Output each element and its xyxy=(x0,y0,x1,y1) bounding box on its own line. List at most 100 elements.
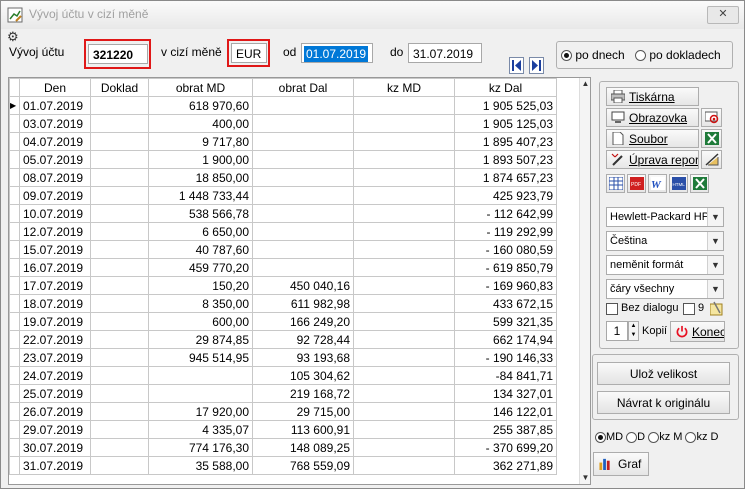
table-cell-obrat-dal[interactable]: 93 193,68 xyxy=(252,348,354,367)
table-row[interactable]: 26.07.2019 17 920,00 29 715,00 146 122,01 xyxy=(9,402,557,421)
table-cell-obrat-dal[interactable]: 450 040,16 xyxy=(252,276,354,295)
table-cell-doklad[interactable] xyxy=(90,312,149,331)
table-cell-doklad[interactable] xyxy=(90,204,149,223)
export-table-button[interactable] xyxy=(606,174,625,193)
table-cell-kz-md[interactable] xyxy=(353,240,455,259)
table-cell-obrat-dal[interactable]: 219 168,72 xyxy=(252,384,354,403)
mode-option-by-days[interactable]: po dnech xyxy=(561,48,625,62)
table-cell-obrat-dal[interactable] xyxy=(252,258,354,277)
table-cell-kz-dal[interactable]: 1 893 507,23 xyxy=(454,150,557,169)
column-header-obrat-md[interactable]: obrat MD xyxy=(148,78,253,97)
table-row[interactable]: 09.07.2019 1 448 733,44 425 923,79 xyxy=(9,186,557,205)
table-cell-obrat-md[interactable]: 150,20 xyxy=(148,276,253,295)
table-cell-den[interactable]: 31.07.2019 xyxy=(19,456,91,475)
table-cell-obrat-dal[interactable]: 105 304,62 xyxy=(252,366,354,385)
table-cell-doklad[interactable] xyxy=(90,438,149,457)
radio-by-documents[interactable] xyxy=(635,50,646,62)
table-cell-kz-md[interactable] xyxy=(353,150,455,169)
table-cell-obrat-md[interactable]: 945 514,95 xyxy=(148,348,253,367)
font-size-checkbox[interactable] xyxy=(683,303,695,315)
last-record-button[interactable] xyxy=(529,57,544,74)
table-cell-kz-md[interactable] xyxy=(353,258,455,277)
table-cell-kz-md[interactable] xyxy=(353,204,455,223)
table-cell-doklad[interactable] xyxy=(90,420,149,439)
table-cell-den[interactable]: 29.07.2019 xyxy=(19,420,91,439)
table-cell-den[interactable]: 15.07.2019 xyxy=(19,240,91,259)
radio-by-days[interactable] xyxy=(561,50,572,62)
copies-input[interactable]: 1 xyxy=(606,321,628,341)
font-settings-icon[interactable] xyxy=(710,301,724,316)
no-dialog-checkbox[interactable] xyxy=(606,303,618,315)
graph-option-kz-m[interactable]: kz M xyxy=(648,431,682,443)
table-cell-obrat-dal[interactable]: 92 728,44 xyxy=(252,330,354,349)
edit-report-button[interactable]: Úprava repor xyxy=(606,150,699,169)
radio-d[interactable] xyxy=(626,431,638,443)
table-cell-obrat-md[interactable]: 17 920,00 xyxy=(148,402,253,421)
table-cell-doklad[interactable] xyxy=(90,132,149,151)
table-cell-kz-dal[interactable]: 599 321,35 xyxy=(454,312,557,331)
table-cell-kz-dal[interactable]: -84 841,71 xyxy=(454,366,557,385)
table-cell-obrat-dal[interactable] xyxy=(252,186,354,205)
scroll-down-icon[interactable]: ▼ xyxy=(580,472,590,484)
graph-option-md[interactable]: MD xyxy=(595,431,623,443)
radio-kz-m[interactable] xyxy=(648,431,660,443)
table-cell-kz-dal[interactable]: - 160 080,59 xyxy=(454,240,557,259)
table-cell-obrat-dal[interactable]: 148 089,25 xyxy=(252,438,354,457)
table-cell-kz-dal[interactable]: 134 327,01 xyxy=(454,384,557,403)
lines-select[interactable]: čáry všechny ▼ xyxy=(606,279,724,299)
table-cell-kz-md[interactable] xyxy=(353,168,455,187)
table-cell-kz-dal[interactable]: - 190 146,33 xyxy=(454,348,557,367)
table-cell-kz-dal[interactable]: - 169 960,83 xyxy=(454,276,557,295)
table-cell-obrat-dal[interactable] xyxy=(252,150,354,169)
table-cell-kz-dal[interactable]: 425 923,79 xyxy=(454,186,557,205)
table-cell-kz-dal[interactable]: 662 174,94 xyxy=(454,330,557,349)
table-cell-den[interactable]: 09.07.2019 xyxy=(19,186,91,205)
table-cell-doklad[interactable] xyxy=(90,114,149,133)
table-row[interactable]: 08.07.2019 18 850,00 1 874 657,23 xyxy=(9,168,557,187)
close-button[interactable]: ✕ xyxy=(707,6,739,24)
table-cell-kz-dal[interactable]: 1 874 657,23 xyxy=(454,168,557,187)
column-header-den[interactable]: Den xyxy=(19,78,91,97)
table-row[interactable]: 22.07.2019 29 874,85 92 728,44 662 174,94 xyxy=(9,330,557,349)
table-row[interactable]: 29.07.2019 4 335,07 113 600,91 255 387,85 xyxy=(9,420,557,439)
table-cell-doklad[interactable] xyxy=(90,168,149,187)
account-grid[interactable]: Den Doklad obrat MD obrat Dal kz MD kz D… xyxy=(8,77,591,485)
table-cell-obrat-md[interactable]: 18 850,00 xyxy=(148,168,253,187)
table-cell-obrat-md[interactable]: 618 970,60 xyxy=(148,96,253,115)
to-date-input[interactable]: 31.07.2019 xyxy=(408,43,482,63)
currency-input[interactable]: EUR xyxy=(231,43,267,63)
table-cell-obrat-md[interactable]: 4 335,07 xyxy=(148,420,253,439)
table-cell-obrat-dal[interactable] xyxy=(252,240,354,259)
table-cell-obrat-dal[interactable] xyxy=(252,204,354,223)
table-cell-obrat-dal[interactable]: 29 715,00 xyxy=(252,402,354,421)
table-row[interactable]: 23.07.2019 945 514,95 93 193,68 - 190 146,3… xyxy=(9,348,557,367)
table-cell-kz-dal[interactable]: - 112 642,99 xyxy=(454,204,557,223)
from-date-input[interactable]: 01.07.2019 xyxy=(301,43,373,63)
account-input[interactable]: 321220 xyxy=(88,44,148,64)
table-cell-kz-dal[interactable]: 146 122,01 xyxy=(454,402,557,421)
screen-button[interactable]: Obrazovka xyxy=(606,108,699,127)
table-cell-kz-dal[interactable]: 1 905 125,03 xyxy=(454,114,557,133)
table-cell-obrat-dal[interactable] xyxy=(252,132,354,151)
table-cell-kz-dal[interactable]: 362 271,89 xyxy=(454,456,557,475)
table-cell-obrat-md[interactable]: 9 717,80 xyxy=(148,132,253,151)
graph-option-kz-d[interactable]: kz D xyxy=(685,431,718,443)
first-record-button[interactable] xyxy=(509,57,524,74)
file-button[interactable]: Soubor xyxy=(606,129,699,148)
table-cell-doklad[interactable] xyxy=(90,96,149,115)
table-cell-kz-md[interactable] xyxy=(353,420,455,439)
table-cell-doklad[interactable] xyxy=(90,456,149,475)
table-cell-doklad[interactable] xyxy=(90,348,149,367)
table-cell-obrat-dal[interactable] xyxy=(252,96,354,115)
export-pdf-button[interactable]: PDF xyxy=(627,174,646,193)
table-cell-den[interactable]: 08.07.2019 xyxy=(19,168,91,187)
graph-button[interactable]: Graf xyxy=(593,452,649,476)
table-cell-kz-md[interactable] xyxy=(353,402,455,421)
excel-export-button[interactable] xyxy=(701,129,722,148)
report-designer-button[interactable] xyxy=(701,150,722,169)
table-cell-kz-dal[interactable]: 1 895 407,23 xyxy=(454,132,557,151)
table-cell-den[interactable]: 01.07.2019 xyxy=(19,96,91,115)
table-cell-den[interactable]: 18.07.2019 xyxy=(19,294,91,313)
graph-option-d[interactable]: D xyxy=(626,431,645,443)
column-header-doklad[interactable]: Doklad xyxy=(90,78,149,97)
